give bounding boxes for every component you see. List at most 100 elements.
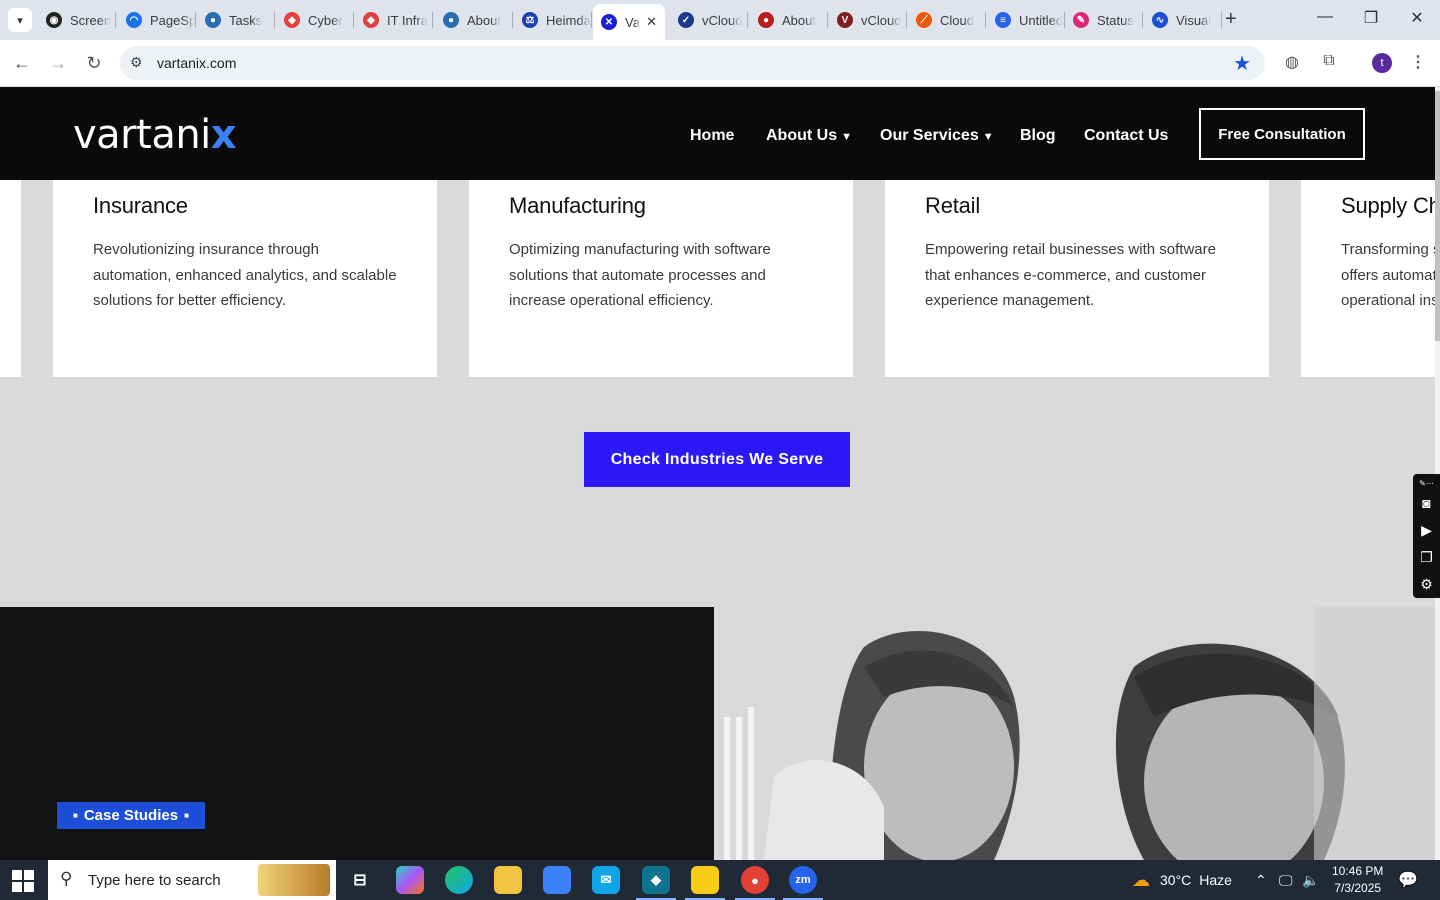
tab-close-icon[interactable]: ✕	[646, 14, 657, 30]
forward-icon[interactable]: →	[46, 52, 70, 74]
task-view-icon[interactable]: ⊟	[346, 866, 374, 894]
haze-weather-icon: ☁	[1132, 869, 1150, 890]
browser-tab[interactable]: ✓ vCloud	[670, 6, 748, 34]
search-highlight-image	[258, 864, 330, 896]
browser-tab[interactable]: ∿ Visual	[1144, 6, 1222, 34]
gear-icon[interactable]: ⚙	[1420, 571, 1433, 598]
tab-separator	[985, 12, 986, 28]
browser-tab[interactable]: ≡ Untitled	[987, 6, 1065, 34]
copy-window-icon[interactable]: ❐	[1420, 544, 1433, 571]
industry-card-supply-chain: Supply Chain Transforming supply chains …	[1301, 180, 1435, 377]
browser-tab[interactable]: VvCloud	[829, 6, 907, 34]
capture-tools-panel: ✎⋯ ◙ ▶ ❐ ⚙	[1413, 474, 1440, 598]
scrollbar-thumb[interactable]	[1435, 91, 1440, 341]
browser-tab-strip: ▾ ◉ Screen ◠ PageSpeed ● Tasks ◆ Cyber ◆ IT Infra…	[0, 0, 1440, 40]
browser-tab[interactable]: ◆ Cyber	[276, 6, 354, 34]
close-window-button[interactable]: ✕	[1405, 8, 1429, 28]
tab-favicon-icon: ◆	[363, 12, 379, 28]
address-bar[interactable]: ⚙ vartanix.com ★	[120, 46, 1265, 80]
nav-blog[interactable]: Blog	[1020, 127, 1056, 145]
notification-icon[interactable]: 💬	[1398, 860, 1418, 900]
browser-tab[interactable]: ⚖ Heimdal	[514, 6, 592, 34]
taskbar-search[interactable]: ⚲ Type here to search	[48, 860, 336, 900]
browser-tab[interactable]: ◠ PageSpeed	[118, 6, 196, 34]
free-consultation-button[interactable]: Free Consultation	[1199, 108, 1365, 160]
tray-chevron-up-icon[interactable]: ⌃	[1255, 860, 1267, 900]
browser-toolbar: ← → ↻ ⚙ vartanix.com ★ ◍ ⧉ t ⋮	[0, 40, 1440, 87]
industry-card-title: Manufacturing	[509, 193, 646, 218]
site-header: vartanix Home About Us ▼ Our Services ▼ Bl…	[0, 87, 1435, 180]
tab-favicon-icon: ✎	[1073, 12, 1089, 28]
taskbar-search-placeholder: Type here to search	[88, 872, 221, 889]
nav-about-label: About Us	[766, 127, 838, 144]
logo-text: vartani	[73, 112, 211, 158]
minimize-button[interactable]: —	[1313, 8, 1337, 26]
tab-separator	[1221, 12, 1222, 28]
nav-home[interactable]: Home	[690, 127, 734, 145]
tab-separator	[353, 12, 354, 28]
bookmark-star-icon[interactable]: ★	[1233, 51, 1251, 76]
browser-tab[interactable]: ● About	[750, 6, 828, 34]
browser-tab[interactable]: ● About	[435, 6, 513, 34]
back-icon[interactable]: ←	[10, 52, 34, 74]
vartanix-logo[interactable]: vartanix	[73, 112, 237, 158]
browser-tab[interactable]: ● Tasks	[197, 6, 275, 34]
case-studies-badge: ■ Case Studies ■	[57, 802, 205, 829]
weather-description: Haze	[1199, 872, 1232, 888]
microsoft-store-icon[interactable]	[543, 866, 571, 894]
case-studies-badge-label: Case Studies	[83, 807, 179, 824]
video-camera-icon[interactable]: ▶	[1421, 517, 1432, 544]
nav-contact[interactable]: Contact Us	[1084, 127, 1168, 145]
reload-icon[interactable]: ↻	[82, 52, 106, 74]
industry-card-partial	[0, 180, 21, 377]
browser-tab[interactable]: ◉ Screen	[38, 6, 116, 34]
browser-tab[interactable]: ✎ Status	[1065, 6, 1143, 34]
bullet-icon: ■	[184, 811, 189, 820]
network-icon[interactable]: 🖵	[1279, 860, 1293, 900]
browser-tab[interactable]: ◆ IT Infra	[355, 6, 433, 34]
nav-services[interactable]: Our Services ▼	[880, 127, 994, 145]
taskbar-clock[interactable]: 10:46 PM 7/3/2025	[1332, 863, 1383, 897]
profile-avatar[interactable]: t	[1372, 53, 1392, 73]
people-photo-illustration	[714, 607, 1435, 860]
mail-icon[interactable]: ✉	[592, 866, 620, 894]
case-studies-photo	[714, 607, 1435, 860]
chevron-down-icon: ▾	[17, 14, 23, 27]
tab-search-button[interactable]: ▾	[8, 8, 32, 32]
windows-start-icon[interactable]	[12, 870, 34, 892]
zoom-icon[interactable]: zm	[783, 866, 823, 900]
tab-favicon-icon: ∿	[1152, 12, 1168, 28]
browser-tab[interactable]: ⟋ Cloud	[908, 6, 986, 34]
url-text[interactable]: vartanix.com	[157, 55, 236, 71]
edge-browser-icon[interactable]	[445, 866, 473, 894]
maximize-button[interactable]: ❐	[1359, 8, 1383, 28]
tab-separator	[274, 12, 275, 28]
industry-card-title: Insurance	[93, 193, 188, 218]
volume-icon[interactable]: 🔈	[1302, 860, 1319, 900]
industries-section: Insurance Revolutionizing insurance thro…	[0, 180, 1435, 607]
new-tab-button[interactable]: +	[1225, 9, 1237, 29]
tools-more-icon[interactable]: ✎⋯	[1419, 478, 1434, 490]
weather-widget[interactable]: ☁ 30°C Haze	[1132, 860, 1232, 900]
tab-title: vCloud	[702, 12, 743, 28]
clock-time: 10:46 PM	[1332, 864, 1384, 878]
tab-favicon-icon: ●	[758, 12, 774, 28]
browser-tab[interactable]: ✕ Va ✕	[593, 4, 665, 40]
menu-kebab-icon[interactable]: ⋮	[1406, 52, 1430, 72]
file-explorer-icon[interactable]	[494, 866, 522, 894]
site-info-icon[interactable]: ⚙	[130, 54, 143, 71]
extensions-icon[interactable]: ⧉	[1317, 52, 1341, 70]
copilot-icon[interactable]	[396, 866, 424, 894]
tab-favicon-icon: ⟋	[916, 12, 932, 28]
check-industries-button[interactable]: Check Industries We Serve	[584, 432, 850, 487]
tab-title: Visual	[1176, 12, 1212, 28]
tab-favicon-icon: ✕	[601, 14, 617, 30]
industry-card-title: Supply Chain	[1341, 193, 1435, 218]
nav-about[interactable]: About Us ▼	[766, 127, 852, 145]
app-diamond-icon[interactable]: ◆	[636, 866, 676, 900]
tab-favicon-icon: ●	[205, 12, 221, 28]
sticky-notes-icon[interactable]	[685, 866, 725, 900]
translate-icon[interactable]: ◍	[1280, 52, 1304, 72]
camera-icon[interactable]: ◙	[1422, 490, 1430, 517]
chrome-icon[interactable]: ●	[735, 866, 775, 900]
